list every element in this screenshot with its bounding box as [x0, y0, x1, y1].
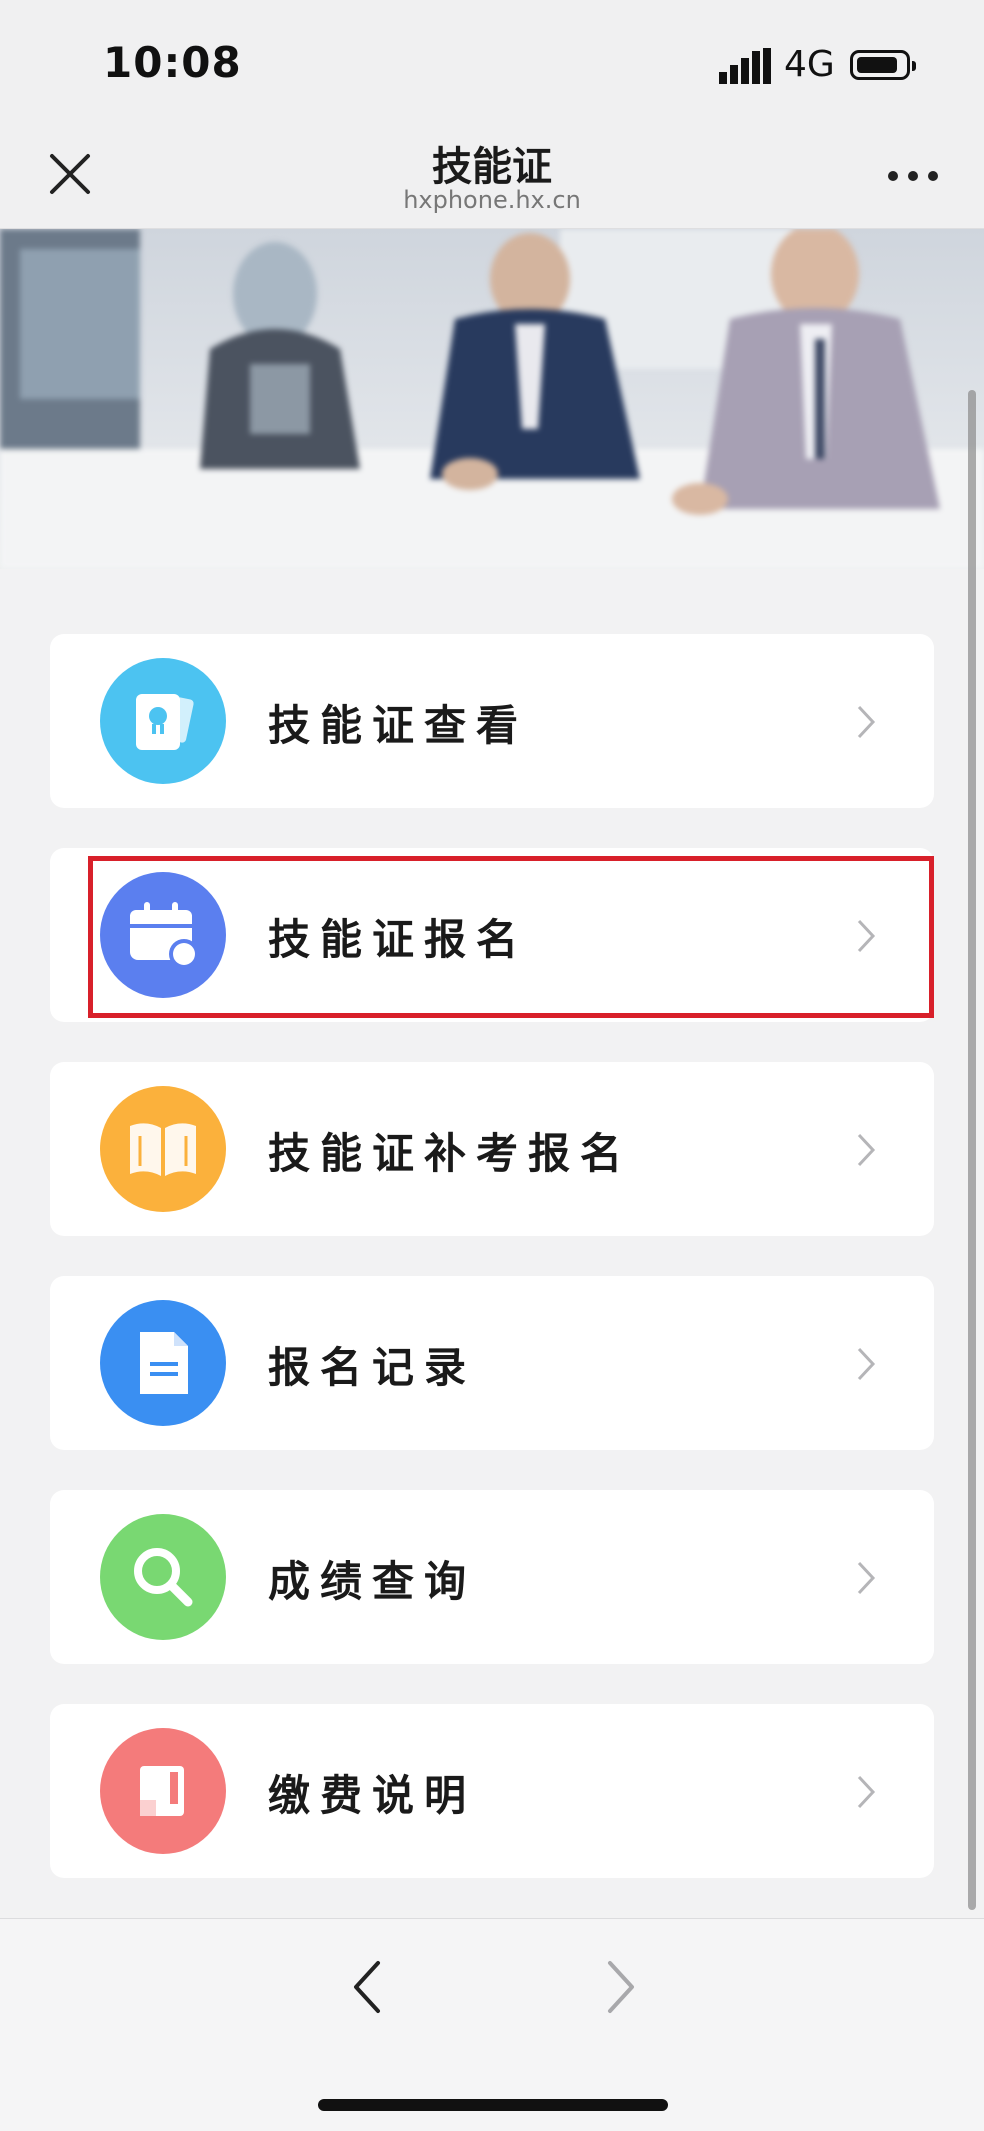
- battery-icon: [850, 50, 916, 80]
- nav-bar: 技能证 hxphone.hx.cn: [0, 120, 984, 229]
- receipt-icon: [100, 1728, 226, 1854]
- menu-item-payment-info[interactable]: 缴费说明: [50, 1704, 934, 1878]
- chevron-right-icon: [857, 1775, 876, 1809]
- menu-item-label: 缴费说明: [268, 1771, 477, 1820]
- network-label: 4G: [784, 44, 835, 85]
- page-title: 技能证: [432, 144, 552, 190]
- scrollbar[interactable]: [968, 390, 976, 1910]
- status-bar: 10:08 4G: [0, 0, 984, 120]
- document-icon: [100, 1300, 226, 1426]
- menu-item-signup-records[interactable]: 报名记录: [50, 1276, 934, 1450]
- forward-arrow-icon[interactable]: [604, 1957, 640, 2017]
- menu-item-certificate-view[interactable]: 技能证查看: [50, 634, 934, 808]
- highlight-box: [88, 856, 934, 1018]
- chevron-right-icon: [857, 1561, 876, 1595]
- banner-image: [0, 229, 984, 569]
- search-icon: [100, 1514, 226, 1640]
- menu-item-score-query[interactable]: 成绩查询: [50, 1490, 934, 1664]
- menu-item-label: 技能证补考报名: [268, 1129, 633, 1178]
- bottom-nav-bar: [0, 1918, 984, 2131]
- back-arrow-icon[interactable]: [348, 1957, 384, 2017]
- certificate-icon: [100, 658, 226, 784]
- menu-item-label: 报名记录: [268, 1343, 477, 1392]
- signal-icon: [719, 48, 771, 84]
- chevron-right-icon: [857, 705, 876, 739]
- book-icon: [100, 1086, 226, 1212]
- chevron-right-icon: [857, 1347, 876, 1381]
- menu-list: 技能证查看 技能证报名 技能证补考报名 报名记录 成绩查询 缴费说明: [50, 634, 934, 1918]
- menu-item-certificate-signup[interactable]: 技能证报名: [50, 848, 934, 1022]
- status-time: 10:08: [103, 38, 242, 87]
- chevron-right-icon: [857, 1133, 876, 1167]
- home-indicator[interactable]: [318, 2099, 668, 2111]
- page-domain: hxphone.hx.cn: [403, 186, 581, 214]
- menu-item-label: 成绩查询: [268, 1557, 477, 1606]
- menu-item-label: 技能证查看: [268, 701, 529, 750]
- menu-item-makeup-exam-signup[interactable]: 技能证补考报名: [50, 1062, 934, 1236]
- more-options-icon[interactable]: [888, 168, 938, 182]
